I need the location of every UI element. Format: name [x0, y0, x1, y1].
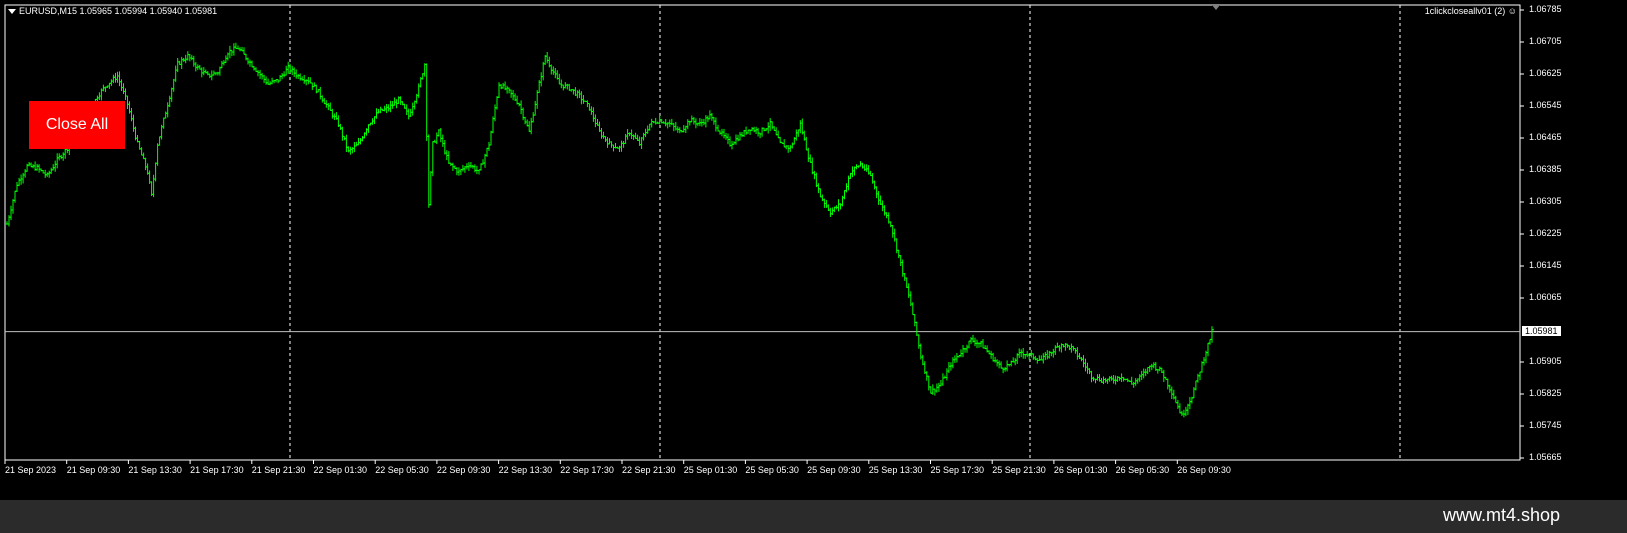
time-tick-label: 25 Sep 09:30: [807, 465, 861, 475]
price-tick-label: 1.06065: [1529, 292, 1562, 302]
time-tick-label: 25 Sep 13:30: [868, 465, 923, 475]
time-tick-label: 21 Sep 17:30: [190, 465, 244, 475]
symbol-info-text: EURUSD,M15 1.05965 1.05994 1.05940 1.059…: [19, 6, 218, 16]
price-tick-label: 1.06305: [1529, 196, 1562, 206]
price-tick-label: 1.05825: [1529, 388, 1562, 398]
time-tick-label: 25 Sep 17:30: [930, 465, 985, 475]
chart-shift-marker: [1212, 5, 1220, 10]
time-tick-label: 21 Sep 2023: [5, 465, 57, 475]
close-all-button[interactable]: Close All: [29, 101, 125, 149]
price-tick-label: 1.06385: [1529, 164, 1562, 174]
price-chart[interactable]: [0, 0, 1627, 500]
menu-triangle-icon[interactable]: [8, 9, 16, 15]
time-tick-label: 22 Sep 17:30: [560, 465, 614, 475]
time-tick-label: 25 Sep 21:30: [992, 465, 1046, 475]
time-tick-label: 26 Sep 05:30: [1115, 465, 1170, 475]
time-tick-label: 26 Sep 09:30: [1177, 465, 1231, 475]
time-tick-label: 22 Sep 09:30: [436, 465, 491, 475]
price-tick-label: 1.06705: [1529, 36, 1562, 46]
price-tick-label: 1.06625: [1529, 68, 1562, 78]
time-tick-label: 25 Sep 05:30: [745, 465, 799, 475]
price-tick-label: 1.06465: [1529, 132, 1562, 142]
time-tick-label: 26 Sep 01:30: [1053, 465, 1108, 475]
price-tick-label: 1.05665: [1529, 452, 1562, 462]
watermark: www.mt4.shop: [1442, 505, 1560, 525]
price-tick-label: 1.06145: [1529, 260, 1562, 270]
time-tick-label: 21 Sep 21:30: [251, 465, 306, 475]
current-price-label: 1.05981: [1522, 325, 1561, 336]
symbol-info: EURUSD,M15 1.05965 1.05994 1.05940 1.059…: [8, 6, 217, 16]
price-tick-label: 1.05745: [1529, 420, 1562, 430]
expert-advisor-label: 1clickcloseallv01 (2) ☺: [1424, 6, 1517, 16]
price-tick-label: 1.06545: [1529, 100, 1562, 110]
time-tick-label: 22 Sep 01:30: [313, 465, 368, 475]
price-tick-label: 1.05905: [1529, 356, 1562, 366]
time-tick-label: 22 Sep 05:30: [375, 465, 429, 475]
time-tick-label: 22 Sep 21:30: [622, 465, 676, 475]
time-tick-label: 22 Sep 13:30: [498, 465, 553, 475]
plot-frame: [4, 4, 1521, 461]
chart-area[interactable]: EURUSD,M15 1.05965 1.05994 1.05940 1.059…: [0, 0, 1627, 500]
price-tick-label: 1.06225: [1529, 228, 1562, 238]
price-tick-label: 1.06785: [1529, 4, 1562, 14]
time-tick-label: 21 Sep 13:30: [128, 465, 182, 475]
time-tick-label: 25 Sep 01:30: [683, 465, 738, 475]
time-tick-label: 21 Sep 09:30: [66, 465, 121, 475]
